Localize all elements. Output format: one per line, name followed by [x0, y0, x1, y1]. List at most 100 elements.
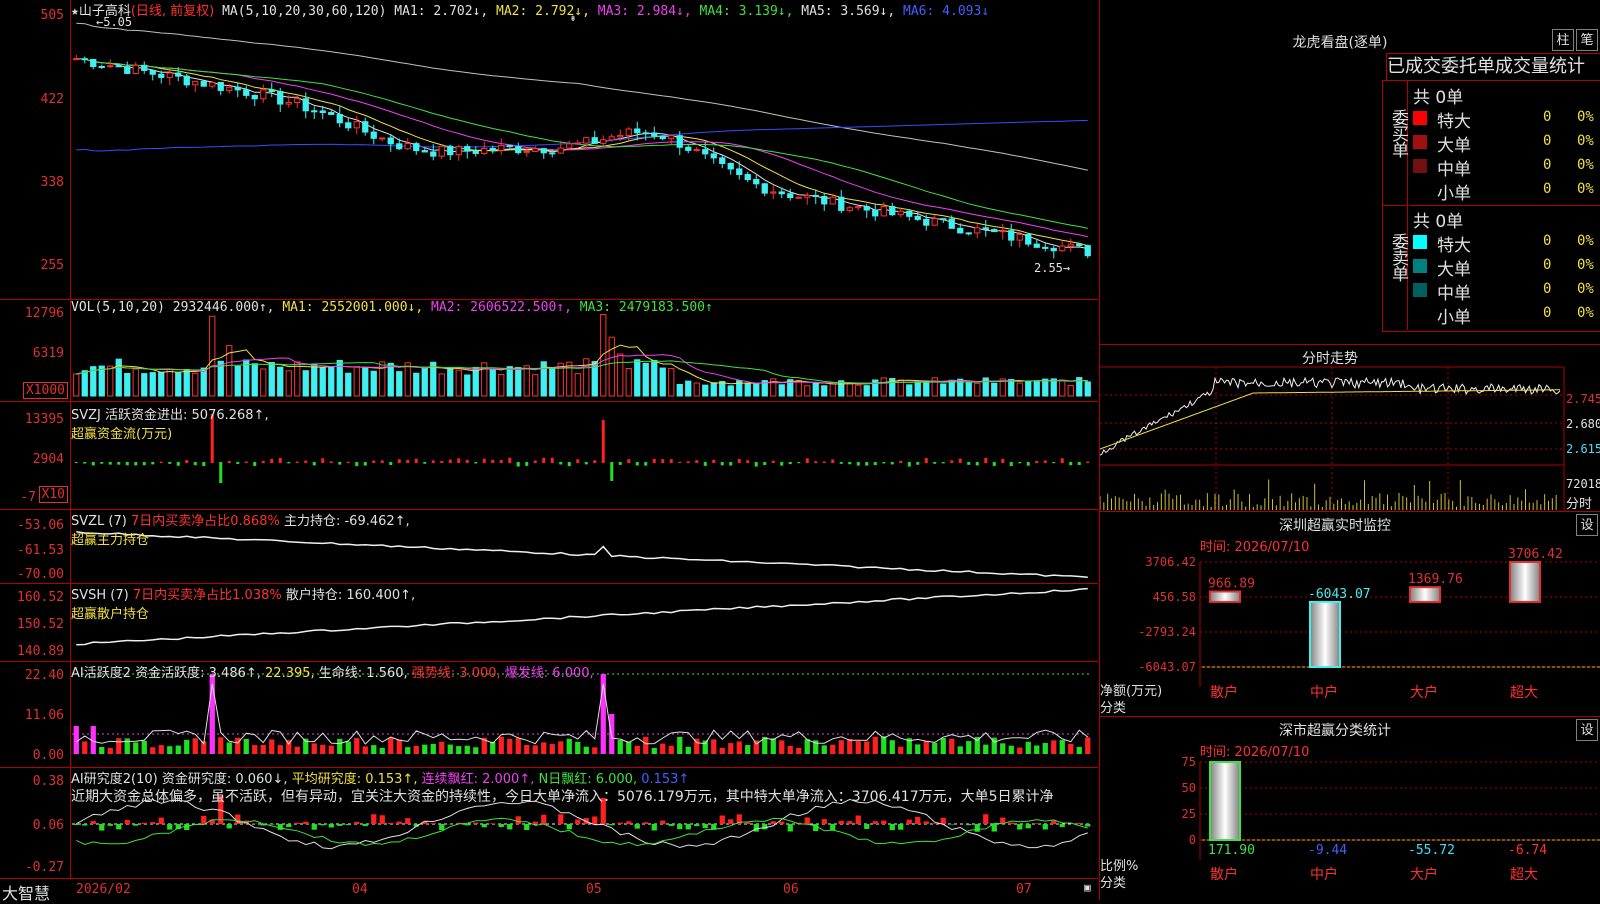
- bar-value-label: -6.74: [1508, 843, 1547, 858]
- order-percent: 0%: [1577, 133, 1594, 149]
- legend-item: MA2: 2606522.500↑,: [431, 300, 580, 315]
- candle-body: [74, 59, 79, 60]
- activity-bar: [745, 745, 750, 754]
- fund-flow-bar: [789, 462, 792, 464]
- activity-bar: [1034, 745, 1039, 754]
- research-bar: [932, 823, 937, 824]
- sz-class-chart[interactable]: 7550250171.90散户-9.44中户-55.72大户-6.74超大: [1100, 717, 1600, 900]
- candle-body: [507, 146, 512, 147]
- sz-monitor-chart[interactable]: 3706.42456.58-2793.24-6043.07966.89散户-60…: [1100, 512, 1600, 717]
- order-row: 中单00%: [1413, 155, 1600, 177]
- volume-bar: [125, 373, 130, 396]
- sz-monitor-panel[interactable]: 深圳超赢实时监控 设 时间: 2026/07/10 3706.42456.58-…: [1099, 512, 1600, 717]
- star-icon[interactable]: ★: [71, 4, 79, 19]
- lock-icon[interactable]: ▣: [1084, 881, 1091, 894]
- color-swatch: [1413, 159, 1427, 173]
- research-bar: [541, 815, 546, 824]
- candlestick-chart[interactable]: [0, 0, 1098, 300]
- bar-value-label: 1369.76: [1408, 572, 1463, 587]
- candle-body: [558, 148, 563, 153]
- volume-chart[interactable]: [0, 300, 1098, 402]
- volume-bar: [924, 381, 929, 396]
- candle-body: [261, 90, 266, 99]
- dragon-tab-header[interactable]: 已成交委托单成交量统计: [1386, 53, 1600, 80]
- research-bar: [864, 824, 869, 829]
- candle-body: [890, 207, 895, 215]
- volume-bar: [635, 360, 640, 396]
- fund-flow-bar: [245, 462, 248, 463]
- tick-view-button[interactable]: 笔: [1576, 29, 1598, 51]
- activity-bar: [558, 741, 563, 754]
- fund-flow-bar: [75, 462, 78, 463]
- fund-flow-bar: [763, 462, 766, 465]
- activity-bar: [499, 737, 504, 754]
- activity-bar: [252, 745, 257, 754]
- volume-bar: [252, 364, 257, 396]
- candle-body: [99, 67, 104, 68]
- research-bar: [1085, 824, 1090, 827]
- fund-flow-bar: [355, 462, 358, 466]
- fund-flow-bar: [959, 459, 962, 463]
- high-price-mark: ←5.05: [96, 15, 132, 29]
- volume-bar: [813, 383, 818, 396]
- activity-bar: [669, 746, 674, 754]
- color-swatch: [1413, 183, 1427, 197]
- bar-value-label: -6043.07: [1308, 587, 1371, 602]
- order-row: 特大00%: [1413, 107, 1600, 129]
- y-tick-label: 456.58: [1153, 590, 1196, 604]
- svsh-pane[interactable]: 160.52 150.52 140.89 SVSH (7) 7日内买卖净占比1.…: [0, 584, 1098, 662]
- fund-flow-bar: [687, 461, 690, 463]
- category-label: 散户: [1210, 866, 1238, 883]
- color-swatch: [1413, 235, 1427, 249]
- research-bar: [533, 822, 538, 824]
- volume-bar: [201, 368, 206, 396]
- activity-bar: [261, 745, 266, 754]
- x-tick: 07: [1016, 882, 1032, 897]
- candle-body: [711, 154, 716, 158]
- research-bar: [567, 824, 572, 829]
- research-bar: [465, 824, 470, 825]
- research-bar: [337, 824, 342, 826]
- candle-body: [116, 66, 121, 67]
- ai-research-pane[interactable]: 0.38 0.06 -0.27 AI研究度2(10) 资金研究度: 0.060↓…: [0, 768, 1098, 878]
- intraday-chart[interactable]: [1100, 345, 1600, 512]
- activity-bar: [363, 746, 368, 754]
- activity-bar: [448, 745, 453, 754]
- candle-body: [218, 83, 223, 91]
- activity-bar: [958, 746, 963, 754]
- fund-flow-bar: [1069, 462, 1072, 465]
- activity-bar: [805, 739, 810, 754]
- candle-body: [915, 216, 920, 219]
- activity-bar: [737, 741, 742, 754]
- intraday-panel[interactable]: 分时走势 2.745 2.680 2.615 72018 分时: [1099, 345, 1600, 512]
- activity-bar: [380, 748, 385, 754]
- svsh-title: SVSH (7): [71, 588, 129, 603]
- candle-body: [312, 111, 317, 112]
- bar-view-button[interactable]: 柱: [1552, 29, 1574, 51]
- order-row: 大单00%: [1413, 255, 1600, 277]
- fund-flow-bar: [1052, 462, 1055, 463]
- research-bar: [91, 821, 96, 824]
- svzl-pane[interactable]: -53.06 -61.53 -70.00 SVZL (7) 7日内买卖净占比0.…: [0, 510, 1098, 584]
- candle-body: [873, 210, 878, 216]
- research-bar: [898, 824, 903, 830]
- volume-pane[interactable]: 12796 6319 X1000 VOL(5,10,20) 2932446.00…: [0, 300, 1098, 402]
- price-pane[interactable]: 505 422 338 255 ★山子高科(日线, 前复权) MA(5,10,2…: [0, 0, 1098, 300]
- activity-bar: [1009, 746, 1014, 754]
- legend-item: MA5: 3.569↓,: [801, 4, 903, 19]
- x-tick: 04: [352, 882, 368, 897]
- candle-body: [363, 122, 368, 132]
- candle-body: [473, 151, 478, 153]
- activity-bar: [167, 746, 172, 754]
- ai-activity-pane[interactable]: 22.40 11.06 0.00 AI活跃度2 资金活跃度: 3.486↑, 2…: [0, 662, 1098, 768]
- legend-item: MA4: 3.139↓,: [700, 4, 802, 19]
- legend-item: MA6: 4.093↓: [903, 4, 989, 19]
- activity-bar: [405, 747, 410, 754]
- fund-flow-bar: [1061, 458, 1064, 463]
- volume-bar: [907, 385, 912, 396]
- research-bar: [1051, 821, 1056, 824]
- sz-class-panel[interactable]: 深市超赢分类统计 设 时间: 2026/07/10 7550250171.90散…: [1099, 717, 1600, 900]
- order-count: 0: [1543, 281, 1551, 297]
- svzj-pane[interactable]: 13395 2904 -7 X10 SVZJ 活跃资金进出: 5076.268↑…: [0, 402, 1098, 510]
- volume-bar: [422, 367, 427, 396]
